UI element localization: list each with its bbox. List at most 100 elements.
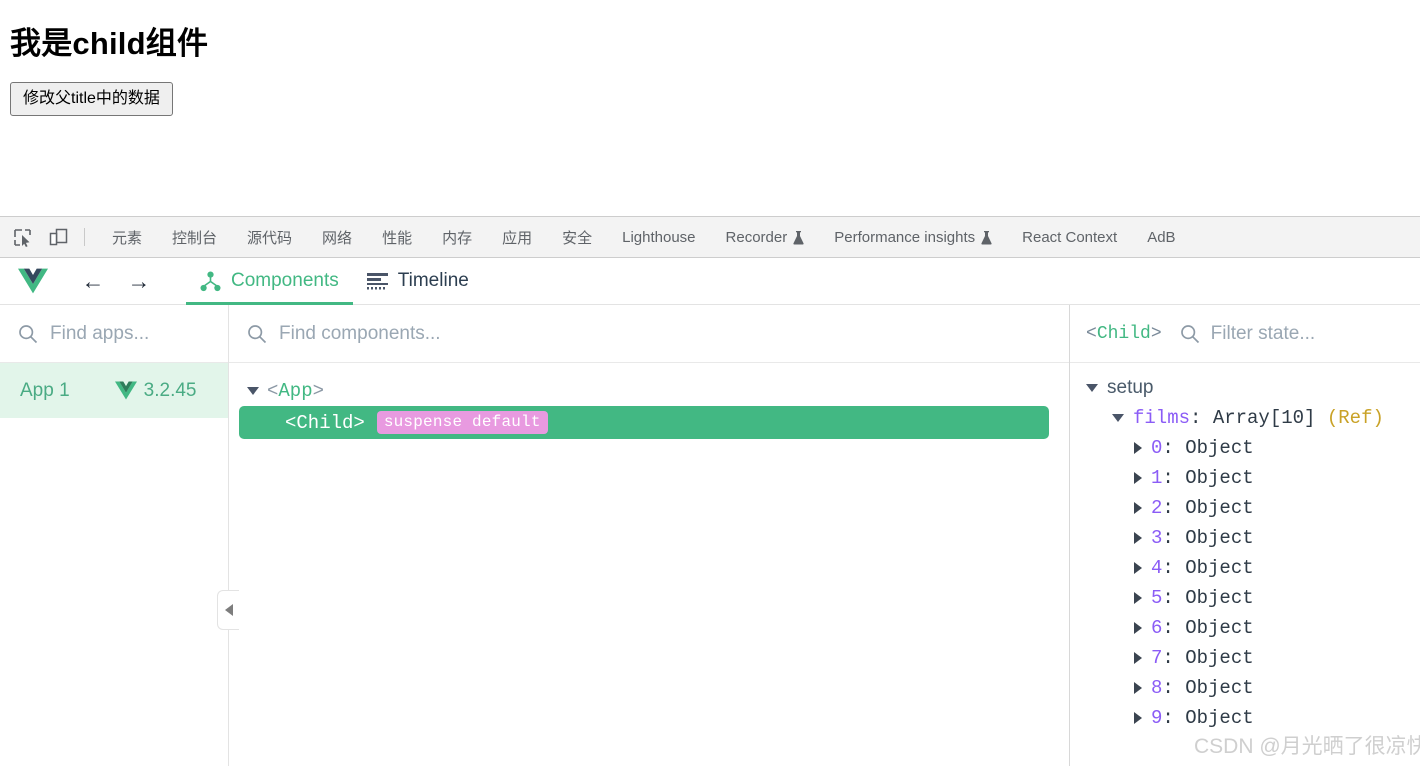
collapse-apps-panel-button[interactable] [217, 590, 239, 630]
devtools-tab-label: 应用 [502, 229, 533, 247]
caret-down-icon[interactable] [1112, 414, 1124, 422]
caret-down-icon[interactable] [1086, 384, 1098, 392]
tab-components[interactable]: Components [186, 258, 353, 305]
component-tree-panel: Find components... < App > < Child > suspens… [229, 305, 1070, 766]
devtools-tab-label: 网络 [322, 229, 353, 247]
chevron-left-icon [224, 604, 233, 616]
caret-right-icon[interactable] [1134, 682, 1142, 694]
tree-node-child[interactable]: < Child > suspense default [239, 406, 1049, 439]
array-index: 8 [1151, 677, 1163, 699]
state-array-item[interactable]: 1: Object [1070, 463, 1420, 493]
timeline-icon [366, 272, 388, 289]
back-arrow-icon[interactable]: ← [76, 264, 110, 298]
apps-panel: Find apps... App 1 3.2.45 [0, 305, 239, 766]
tag-open-bracket: < [285, 411, 297, 434]
caret-right-icon[interactable] [1134, 712, 1142, 724]
toolbar-divider [84, 228, 85, 246]
state-colon: : [1162, 527, 1174, 549]
devtools-tab-源代码[interactable]: 源代码 [232, 217, 307, 257]
devtools-tab-网络[interactable]: 网络 [307, 217, 367, 257]
devtools-tab-应用[interactable]: 应用 [487, 217, 547, 257]
array-item-value: Object [1185, 677, 1254, 699]
state-array-item[interactable]: 9: Object [1070, 703, 1420, 733]
vue-logo[interactable] [18, 268, 48, 294]
tree-node-app[interactable]: < App > [229, 375, 1069, 406]
devtools-tab-安全[interactable]: 安全 [547, 217, 607, 257]
devtools-tab-控制台[interactable]: 控制台 [157, 217, 232, 257]
devtools-tab-内存[interactable]: 内存 [427, 217, 487, 257]
devtools-panels: Find apps... App 1 3.2.45 Find component… [0, 305, 1420, 766]
caret-right-icon[interactable] [1134, 442, 1142, 454]
inspect-element-icon[interactable] [8, 223, 36, 251]
array-index: 1 [1151, 467, 1163, 489]
state-colon: : [1190, 407, 1202, 429]
tree-node-name: Child [296, 411, 354, 434]
state-array-item[interactable]: 5: Object [1070, 583, 1420, 613]
array-item-value: Object [1185, 707, 1254, 729]
caret-right-icon[interactable] [1134, 622, 1142, 634]
state-group-label: setup [1107, 377, 1154, 398]
filter-state-input[interactable]: Filter state... [1211, 323, 1316, 345]
devtools-tab-lighthouse[interactable]: Lighthouse [607, 217, 710, 257]
state-colon: : [1162, 617, 1174, 639]
array-item-value: Object [1185, 497, 1254, 519]
find-components-input[interactable]: Find components... [279, 323, 441, 345]
device-toolbar-icon[interactable] [44, 223, 72, 251]
find-components-search-row[interactable]: Find components... [229, 305, 1069, 363]
find-apps-search-row[interactable]: Find apps... [0, 305, 228, 363]
devtools-tab-performance-insights[interactable]: Performance insights [819, 217, 1007, 257]
caret-right-icon[interactable] [1134, 532, 1142, 544]
devtools-tab-label: React Context [1022, 228, 1118, 246]
caret-right-icon[interactable] [1134, 592, 1142, 604]
devtools-tab-元素[interactable]: 元素 [97, 217, 157, 257]
search-icon [1180, 324, 1199, 343]
devtools-tab-label: Recorder [725, 228, 788, 246]
tag-close-bracket: > [353, 411, 365, 434]
app-list-item[interactable]: App 1 3.2.45 [0, 363, 228, 418]
components-tree-icon [200, 271, 221, 291]
tab-components-label: Components [231, 270, 339, 291]
find-apps-input[interactable]: Find apps... [50, 323, 149, 345]
devtools-tab-label: Lighthouse [622, 228, 696, 246]
state-array-item[interactable]: 8: Object [1070, 673, 1420, 703]
state-colon: : [1162, 587, 1174, 609]
devtools-tab-性能[interactable]: 性能 [367, 217, 427, 257]
devtools-tab-label: Performance insights [834, 228, 976, 246]
experimental-flask-icon [793, 230, 804, 245]
caret-down-icon[interactable] [247, 386, 259, 395]
state-array-item[interactable]: 2: Object [1070, 493, 1420, 523]
selected-component-name: Child [1096, 323, 1151, 344]
caret-right-icon[interactable] [1134, 472, 1142, 484]
array-index: 0 [1151, 437, 1163, 459]
vue-devtools-toolbar: ← → Components Timeline [0, 258, 1420, 305]
state-array-item[interactable]: 0: Object [1070, 433, 1420, 463]
devtools-tab-label: 源代码 [247, 229, 293, 247]
page-title: 我是child组件 [10, 26, 209, 61]
caret-right-icon[interactable] [1134, 502, 1142, 514]
state-entry-films[interactable]: films: Array[10] (Ref) [1070, 403, 1420, 433]
state-array-item[interactable]: 3: Object [1070, 523, 1420, 553]
devtools-tab-react-context[interactable]: React Context [1007, 217, 1132, 257]
caret-right-icon[interactable] [1134, 562, 1142, 574]
tab-timeline[interactable]: Timeline [353, 258, 483, 305]
tab-timeline-label: Timeline [397, 270, 469, 291]
state-array-item[interactable]: 6: Object [1070, 613, 1420, 643]
vue-logo-small-icon [114, 381, 137, 400]
devtools-tabbar: 元素 控制台 源代码 网络 性能 内存 应用 安全 Lighthouse Recorder Perf… [0, 216, 1420, 258]
search-icon [19, 324, 38, 343]
tag-close-bracket: > [312, 379, 325, 402]
state-ref-flag: (Ref) [1326, 407, 1384, 429]
state-array-item[interactable]: 4: Object [1070, 553, 1420, 583]
tag-open-bracket: < [1086, 323, 1097, 344]
devtools-tab-adb[interactable]: AdB [1132, 217, 1190, 257]
caret-right-icon[interactable] [1134, 652, 1142, 664]
state-array-item[interactable]: 7: Object [1070, 643, 1420, 673]
array-index: 6 [1151, 617, 1163, 639]
forward-arrow-icon[interactable]: → [122, 264, 156, 298]
devtools-tab-recorder[interactable]: Recorder [711, 217, 820, 257]
app-version-group: 3.2.45 [114, 380, 196, 402]
state-group-setup[interactable]: setup [1070, 373, 1420, 403]
array-item-value: Object [1185, 467, 1254, 489]
modify-parent-title-button[interactable]: 修改父title中的数据 [10, 82, 173, 117]
browser-page-content: 我是child组件 修改父title中的数据 [0, 0, 1420, 216]
